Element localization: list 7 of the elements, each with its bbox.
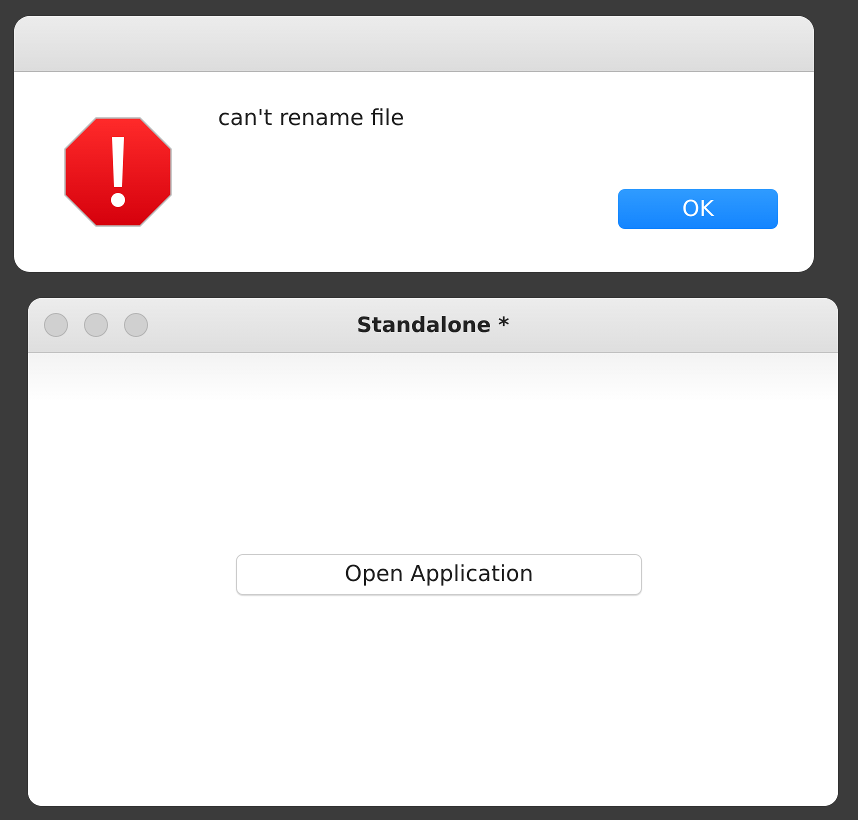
alert-message: can't rename file: [218, 106, 406, 131]
open-application-button[interactable]: Open Application: [236, 554, 642, 595]
close-window-button[interactable]: [44, 313, 68, 337]
window-title: Standalone *: [356, 313, 510, 337]
zoom-window-button[interactable]: [124, 313, 148, 337]
error-icon: [64, 117, 172, 227]
minimize-window-button[interactable]: [84, 313, 108, 337]
